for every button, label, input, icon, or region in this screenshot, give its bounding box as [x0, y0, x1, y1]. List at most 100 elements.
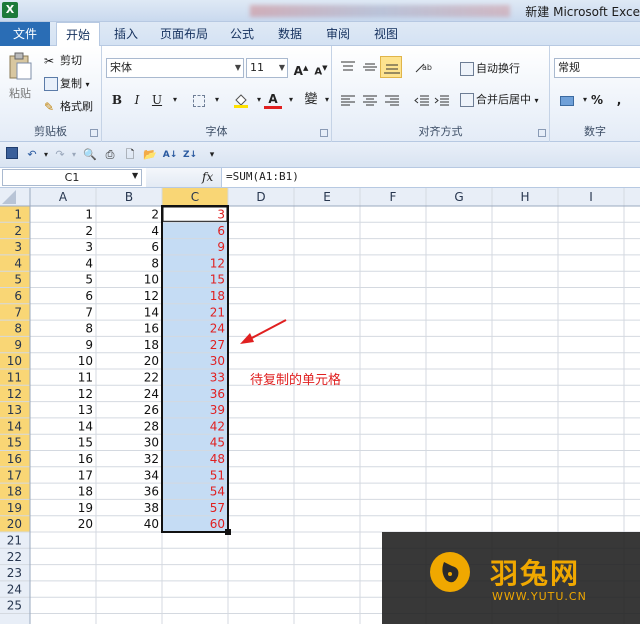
column-header-H: H	[520, 190, 529, 204]
sort-ascending-icon[interactable]: A↓	[162, 147, 178, 163]
tab-formulas[interactable]: 公式	[226, 22, 258, 46]
alignment-launcher-icon[interactable]	[538, 129, 546, 137]
cell-B19: 38	[144, 501, 159, 515]
copy-dropdown-icon[interactable]: ▾	[86, 80, 90, 89]
align-right-icon[interactable]	[384, 94, 400, 108]
row-header-7: 7	[14, 305, 22, 319]
borders-button[interactable]	[190, 91, 208, 109]
number-format-select[interactable]: 常规	[554, 58, 640, 78]
font-group: 宋体 ▼ 11 ▼ A▲ A▼ B I U ▾ ▾ ▾ A ▾ 變 ▾ 字体	[102, 46, 332, 142]
fill-color-button[interactable]	[232, 91, 250, 109]
percent-style-button[interactable]: %	[588, 91, 606, 109]
row-header-18: 18	[7, 485, 22, 499]
column-header-D: D	[256, 190, 265, 204]
italic-button[interactable]: I	[128, 91, 146, 109]
wrap-text-icon	[460, 62, 474, 76]
cell-C20: 60	[210, 517, 225, 531]
accounting-format-button[interactable]	[558, 91, 576, 109]
increase-indent-icon[interactable]	[434, 94, 450, 108]
tab-file[interactable]: 文件	[0, 22, 50, 46]
fill-handle[interactable]	[225, 529, 231, 535]
copy-button[interactable]: 复制 ▾	[44, 76, 90, 93]
align-center-icon[interactable]	[362, 94, 378, 108]
cell-B3: 6	[151, 240, 159, 254]
grow-font-button[interactable]: A▲	[292, 59, 310, 78]
row-header-22: 22	[7, 550, 22, 564]
cell-A11: 11	[78, 371, 93, 385]
customize-toolbar-icon[interactable]: ▾	[204, 147, 220, 163]
cell-A18: 18	[78, 485, 93, 499]
merge-dropdown-icon[interactable]: ▾	[535, 96, 539, 105]
formula-input[interactable]: =SUM(A1:B1)	[226, 170, 299, 183]
cell-A14: 14	[78, 419, 93, 433]
paste-button[interactable]: 粘贴	[6, 52, 34, 100]
print-icon[interactable]: ⎙	[102, 147, 118, 163]
save-icon[interactable]	[4, 147, 20, 163]
print-preview-icon[interactable]: 🔍	[82, 147, 98, 163]
font-group-label: 字体	[205, 125, 228, 138]
orientation-icon[interactable]: ab	[414, 60, 434, 74]
tab-insert[interactable]: 插入	[110, 22, 142, 46]
cell-C2: 6	[217, 224, 225, 238]
column-header-G: G	[454, 190, 463, 204]
align-left-icon[interactable]	[340, 94, 356, 108]
cell-C9: 27	[210, 338, 225, 352]
cut-label: 剪切	[60, 54, 82, 67]
tab-review[interactable]: 审阅	[322, 22, 354, 46]
chevron-down-icon: ▼	[278, 63, 285, 72]
name-box[interactable]: C1	[2, 169, 142, 186]
grow-font-icon: A	[293, 64, 303, 78]
shrink-font-icon: A	[314, 66, 323, 78]
cell-A9: 9	[85, 338, 93, 352]
excel-app-icon[interactable]: X	[2, 2, 18, 18]
tab-data[interactable]: 数据	[274, 22, 306, 46]
tab-page-layout[interactable]: 页面布局	[154, 22, 214, 46]
format-painter-button[interactable]: ✎ 格式刷	[44, 99, 93, 115]
cell-B6: 12	[144, 289, 159, 303]
comma-style-button[interactable]: ,	[610, 91, 628, 109]
wrap-text-button[interactable]: 自动换行	[460, 61, 520, 77]
tab-view[interactable]: 视图	[370, 22, 402, 46]
cut-button[interactable]: ✂ 剪切	[44, 53, 82, 69]
name-box-dropdown-icon[interactable]: ▼	[132, 171, 138, 180]
cell-A13: 13	[78, 403, 93, 417]
open-folder-icon[interactable]: 📂	[142, 147, 158, 163]
align-top-icon[interactable]	[340, 60, 356, 74]
cell-C16: 48	[210, 452, 225, 466]
cell-B14: 28	[144, 419, 159, 433]
redo-dropdown-icon[interactable]: ▾	[66, 147, 82, 163]
alignment-group-label: 对齐方式	[418, 125, 463, 138]
underline-dropdown-icon[interactable]: ▾	[166, 91, 184, 109]
cell-A3: 3	[85, 240, 93, 254]
font-name-select[interactable]: 宋体 ▼	[106, 58, 244, 78]
cell-B10: 20	[144, 354, 159, 368]
underline-button[interactable]: U	[148, 91, 166, 109]
insert-function-icon[interactable]: fx	[202, 170, 213, 184]
font-color-dropdown-icon[interactable]: ▾	[282, 91, 300, 109]
font-color-button[interactable]: A	[264, 90, 282, 109]
clipboard-launcher-icon[interactable]	[90, 129, 98, 137]
row-header-5: 5	[14, 273, 22, 287]
shrink-font-button[interactable]: A▼	[312, 59, 330, 77]
chevron-down-icon: ▼	[234, 63, 241, 72]
cell-C10: 30	[210, 354, 225, 368]
currency-icon	[560, 95, 574, 106]
cell-C1: 3	[217, 208, 225, 222]
borders-dropdown-icon[interactable]: ▾	[208, 91, 226, 109]
column-header-B: B	[125, 190, 133, 204]
align-bottom-icon[interactable]	[380, 56, 402, 78]
bold-button[interactable]: B	[108, 91, 126, 109]
row-header-16: 16	[7, 452, 22, 466]
cell-A4: 4	[85, 256, 93, 270]
decrease-indent-icon[interactable]	[414, 94, 430, 108]
paste-label: 粘贴	[9, 87, 31, 100]
sort-descending-icon[interactable]: Z↓	[182, 147, 198, 163]
font-size-select[interactable]: 11 ▼	[246, 58, 288, 78]
cell-C4: 12	[210, 256, 225, 270]
number-format-value: 常规	[558, 61, 580, 74]
align-middle-icon[interactable]	[362, 60, 378, 74]
tab-home[interactable]: 开始	[56, 22, 100, 47]
merge-center-button[interactable]: 合并后居中 ▾	[460, 92, 539, 109]
new-document-icon[interactable]: 🗋	[122, 147, 138, 163]
font-launcher-icon[interactable]	[320, 129, 328, 137]
